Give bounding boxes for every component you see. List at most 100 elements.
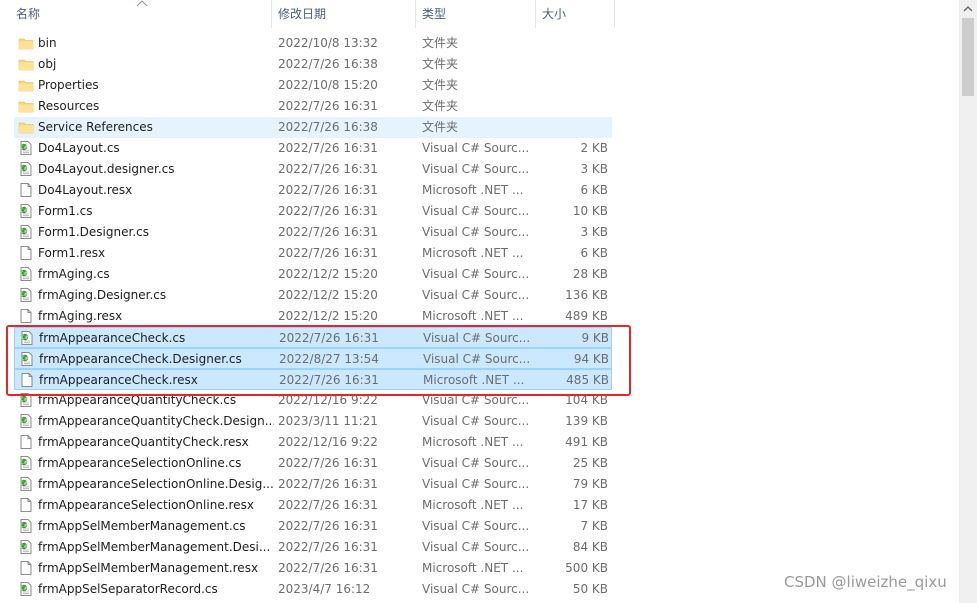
file-date: 2022/7/26 16:31 [278, 99, 378, 113]
file-size: 84 KB [572, 540, 608, 554]
file-type: Visual C# Sourc... [422, 267, 530, 281]
file-type: Microsoft .NET ... [422, 309, 524, 323]
scroll-up-arrow-icon[interactable] [959, 0, 977, 18]
file-size [536, 96, 608, 117]
svg-text:C#: C# [21, 145, 28, 151]
file-size: 3 KB [580, 225, 608, 239]
scrollbar-thumb[interactable] [962, 18, 974, 96]
file-date: 2022/7/26 16:31 [278, 498, 378, 512]
file-name: frmAppSelMemberManagement.resx [38, 561, 259, 575]
file-size: 139 KB [565, 414, 608, 428]
svg-text:C#: C# [21, 523, 28, 529]
file-type: 文件夹 [422, 78, 459, 92]
svg-text:C#: C# [21, 586, 28, 592]
file-size: 25 KB [572, 456, 608, 470]
resx-file-icon [20, 246, 32, 260]
file-size: 6 KB [580, 246, 608, 260]
svg-text:C#: C# [21, 397, 28, 403]
file-date: 2022/7/26 16:31 [278, 246, 378, 260]
file-row[interactable]: Do4Layout.resx 2022/7/26 16:31 Microsoft .… [14, 180, 612, 201]
watermark-text: CSDN @liweizhe_qixu [784, 573, 947, 591]
file-date: 2022/12/16 9:22 [278, 435, 378, 449]
file-row[interactable]: C# frmAppearanceSelectionOnline.Desig... 2… [14, 474, 612, 495]
file-name: frmAppSelMemberManagement.cs [38, 519, 246, 533]
file-row[interactable]: C# Form1.cs 2022/7/26 16:31 Visual C# Sourc… [14, 201, 612, 222]
file-size: 136 KB [565, 288, 608, 302]
file-row[interactable]: C# Do4Layout.designer.cs 2022/7/26 16:31 Vi… [14, 159, 612, 180]
file-row[interactable]: frmAppearanceSelectionOnline.resx 2022/7/… [14, 495, 612, 516]
file-date: 2022/10/8 15:20 [278, 78, 378, 92]
file-date: 2022/7/26 16:38 [278, 57, 378, 71]
folder-icon [18, 38, 34, 50]
file-row[interactable]: Service References 2022/7/26 16:38 文件夹 [14, 117, 612, 138]
file-date: 2022/7/26 16:31 [278, 456, 378, 470]
file-row[interactable]: C# Form1.Designer.cs 2022/7/26 16:31 Visual… [14, 222, 612, 243]
column-header-type-label: 类型 [422, 7, 447, 21]
file-size [536, 54, 608, 75]
file-name: Resources [38, 99, 100, 113]
svg-text:C#: C# [21, 292, 28, 298]
file-date: 2022/7/26 16:31 [278, 519, 378, 533]
file-row[interactable]: C# frmAppSelMemberManagement.Desi... 2022/… [14, 537, 612, 558]
column-header-bar: 名称 修改日期 类型 大小 [0, 0, 977, 28]
file-size: 10 KB [572, 204, 608, 218]
file-row[interactable]: C# frmAppSelSeparatorRecord.cs 2023/4/7 16… [14, 579, 612, 600]
file-row[interactable]: C# frmAging.cs 2022/12/2 15:20 Visual C# So… [14, 264, 612, 285]
file-type: Visual C# Sourc... [422, 519, 530, 533]
file-size: 79 KB [572, 477, 608, 491]
file-size [536, 117, 608, 138]
file-row[interactable]: Form1.resx 2022/7/26 16:31 Microsoft .NET … [14, 243, 612, 264]
file-size [536, 33, 608, 54]
file-size: 17 KB [572, 498, 608, 512]
file-row[interactable]: frmAppearanceQuantityCheck.resx 2022/12/1… [14, 432, 612, 453]
file-date: 2023/3/11 11:21 [278, 414, 378, 428]
file-row[interactable]: C# frmAppearanceQuantityCheck.Design... 20… [14, 411, 612, 432]
file-date: 2022/7/26 16:38 [278, 120, 378, 134]
file-date: 2023/4/7 16:12 [278, 582, 371, 596]
file-name: frmAging.cs [38, 267, 110, 281]
file-date: 2022/7/26 16:31 [278, 141, 378, 155]
file-row[interactable]: bin 2022/10/8 13:32 文件夹 [14, 33, 612, 54]
annotation-highlight-box [6, 325, 631, 396]
svg-text:C#: C# [21, 418, 28, 424]
file-size: 50 KB [572, 582, 608, 596]
column-header-date[interactable]: 修改日期 [271, 0, 415, 28]
column-header-type[interactable]: 类型 [415, 0, 535, 28]
file-row[interactable]: C# frmAppearanceSelectionOnline.cs 2022/7/… [14, 453, 612, 474]
csharp-file-icon: C# [21, 162, 32, 176]
file-size: 6 KB [580, 183, 608, 197]
file-type: Visual C# Sourc... [422, 414, 530, 428]
file-type: Visual C# Sourc... [422, 540, 530, 554]
file-date: 2022/7/26 16:31 [278, 561, 378, 575]
file-row[interactable]: Resources 2022/7/26 16:31 文件夹 [14, 96, 612, 117]
file-type: Microsoft .NET ... [422, 183, 524, 197]
csharp-file-icon: C# [21, 477, 32, 491]
file-name: Do4Layout.resx [38, 183, 133, 197]
file-name: frmAppearanceSelectionOnline.resx [38, 498, 254, 512]
file-type: Microsoft .NET ... [422, 435, 524, 449]
file-name: bin [38, 36, 57, 50]
file-row[interactable]: C# Do4Layout.cs 2022/7/26 16:31 Visual C# S… [14, 138, 612, 159]
file-row[interactable]: obj 2022/7/26 16:38 文件夹 [14, 54, 612, 75]
vertical-scrollbar[interactable] [959, 0, 977, 603]
file-type: 文件夹 [422, 120, 459, 134]
csharp-file-icon: C# [21, 582, 32, 596]
file-name: Form1.Designer.cs [38, 225, 149, 239]
file-row[interactable]: frmAging.resx 2022/12/2 15:20 Microsoft .N… [14, 306, 612, 327]
file-row[interactable]: C# frmAging.Designer.cs 2022/12/2 15:20 Vis… [14, 285, 612, 306]
file-row[interactable]: Properties 2022/10/8 15:20 文件夹 [14, 75, 612, 96]
file-name: frmAppSelSeparatorRecord.cs [38, 582, 218, 596]
file-date: 2022/7/26 16:31 [278, 477, 378, 491]
csharp-file-icon: C# [21, 519, 32, 533]
file-type: 文件夹 [422, 36, 459, 50]
file-size: 3 KB [580, 162, 608, 176]
file-size [536, 75, 608, 96]
file-row[interactable]: C# frmAppSelMemberManagement.cs 2022/7/26 … [14, 516, 612, 537]
file-size: 489 KB [565, 309, 608, 323]
file-date: 2022/7/26 16:31 [278, 540, 378, 554]
column-header-size[interactable]: 大小 [535, 0, 615, 28]
folder-icon [18, 101, 34, 113]
file-name: frmAging.Designer.cs [38, 288, 167, 302]
file-row[interactable]: frmAppSelMemberManagement.resx 2022/7/26 … [14, 558, 612, 579]
file-type: Microsoft .NET ... [422, 561, 524, 575]
